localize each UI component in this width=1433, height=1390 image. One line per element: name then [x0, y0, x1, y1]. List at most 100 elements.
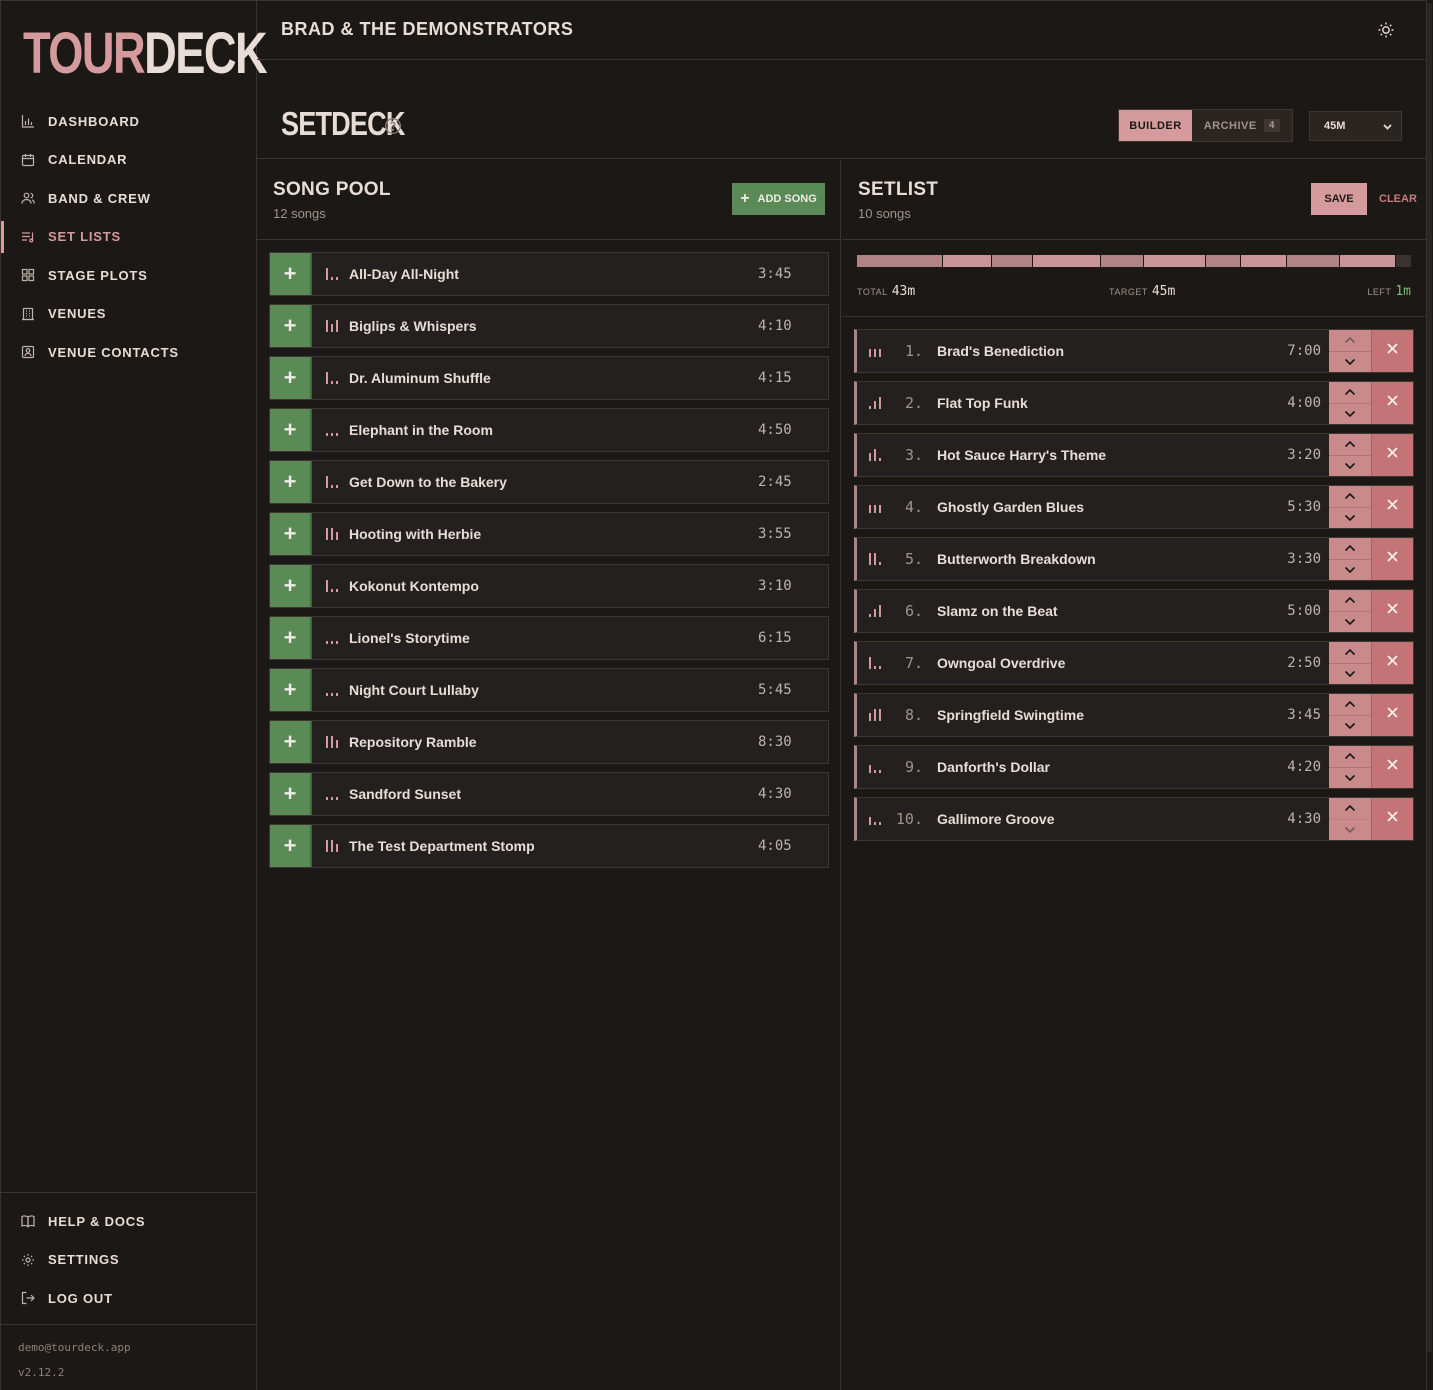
remove-song-button[interactable] [1371, 798, 1413, 840]
save-button[interactable]: SAVE [1311, 183, 1367, 215]
song-pool-row[interactable]: + Elephant in the Room 4:50 [269, 408, 829, 452]
add-to-setlist-button[interactable]: + [270, 721, 312, 763]
move-up-button[interactable] [1329, 590, 1371, 611]
song-pool-row[interactable]: + Hooting with Herbie 3:55 [269, 512, 829, 556]
add-to-setlist-button[interactable]: + [270, 461, 312, 503]
energy-bars-icon [326, 433, 338, 436]
move-up-button[interactable] [1329, 694, 1371, 715]
move-up-button[interactable] [1329, 434, 1371, 455]
move-up-button[interactable] [1329, 330, 1371, 351]
help-circle-icon[interactable] [384, 117, 402, 135]
move-up-button[interactable] [1329, 746, 1371, 767]
song-pool-row[interactable]: + The Test Department Stomp 4:05 [269, 824, 829, 868]
remove-song-button[interactable] [1371, 694, 1413, 736]
plus-icon: + [283, 573, 297, 598]
move-down-button[interactable] [1329, 714, 1371, 737]
nav-item-dashboard[interactable]: DASHBOARD [1, 102, 257, 141]
song-pool-row[interactable]: + Night Court Lullaby 5:45 [269, 668, 829, 712]
nav-item-log-out[interactable]: LOG OUT [1, 1279, 257, 1318]
move-up-button[interactable] [1329, 538, 1371, 559]
move-up-button[interactable] [1329, 798, 1371, 819]
move-up-button[interactable] [1329, 642, 1371, 663]
add-to-setlist-button[interactable]: + [270, 513, 312, 555]
add-to-setlist-button[interactable]: + [270, 305, 312, 347]
song-pool-row[interactable]: + Kokonut Kontempo 3:10 [269, 564, 829, 608]
setlist-row[interactable]: 8. Springfield Swingtime 3:45 [854, 693, 1414, 737]
nav-item-stage-plots[interactable]: STAGE PLOTS [1, 256, 257, 295]
add-to-setlist-button[interactable]: + [270, 357, 312, 399]
remove-song-button[interactable] [1371, 590, 1413, 632]
song-name: Ghostly Garden Blues [937, 499, 1085, 515]
move-down-button[interactable] [1329, 818, 1371, 841]
add-song-button[interactable]: + ADD SONG [732, 183, 825, 215]
move-down-button[interactable] [1329, 350, 1371, 373]
app-version: v2.12.2 [18, 1366, 65, 1379]
sun-icon[interactable] [1377, 21, 1395, 39]
song-name: Flat Top Funk [937, 395, 1028, 411]
band-name[interactable]: BRAD & THE DEMONSTRATORS [281, 19, 573, 40]
tab-builder[interactable]: BUILDER [1119, 110, 1192, 141]
song-pool-row[interactable]: + Repository Ramble 8:30 [269, 720, 829, 764]
song-pool-row[interactable]: + Dr. Aluminum Shuffle 4:15 [269, 356, 829, 400]
move-down-button[interactable] [1329, 610, 1371, 633]
remove-song-button[interactable] [1371, 434, 1413, 476]
song-duration: 5:45 [758, 682, 792, 698]
add-to-setlist-button[interactable]: + [270, 409, 312, 451]
clear-button[interactable]: CLEAR [1379, 193, 1417, 205]
chevron-down-icon [1344, 405, 1356, 423]
add-to-setlist-button[interactable]: + [270, 773, 312, 815]
add-to-setlist-button[interactable]: + [270, 669, 312, 711]
move-up-button[interactable] [1329, 382, 1371, 403]
scrollbar-thumb[interactable] [1427, 3, 1432, 1353]
setlist-row[interactable]: 5. Butterworth Breakdown 3:30 [854, 537, 1414, 581]
remove-song-button[interactable] [1371, 330, 1413, 372]
setlist-row[interactable]: 4. Ghostly Garden Blues 5:30 [854, 485, 1414, 529]
setlist-row[interactable]: 2. Flat Top Funk 4:00 [854, 381, 1414, 425]
setlist-row[interactable]: 10. Gallimore Groove 4:30 [854, 797, 1414, 841]
nav-item-settings[interactable]: SETTINGS [1, 1241, 257, 1280]
song-pool-row[interactable]: + All-Day All-Night 3:45 [269, 252, 829, 296]
chevron-up-icon [1344, 331, 1356, 349]
nav-item-venue-contacts[interactable]: VENUE CONTACTS [1, 333, 257, 372]
plus-icon: + [283, 677, 297, 702]
song-pool-row[interactable]: + Biglips & Whispers 4:10 [269, 304, 829, 348]
move-down-button[interactable] [1329, 766, 1371, 789]
add-to-setlist-button[interactable]: + [270, 565, 312, 607]
setlist-row[interactable]: 1. Brad's Benediction 7:00 [854, 329, 1414, 373]
setlist-row[interactable]: 9. Danforth's Dollar 4:20 [854, 745, 1414, 789]
remove-song-button[interactable] [1371, 382, 1413, 424]
song-name: All-Day All-Night [349, 266, 459, 282]
nav-item-venues[interactable]: VENUES [1, 295, 257, 334]
setlist-row[interactable]: 6. Slamz on the Beat 5:00 [854, 589, 1414, 633]
add-to-setlist-button[interactable]: + [270, 825, 312, 867]
move-down-button[interactable] [1329, 558, 1371, 581]
plus-icon: + [283, 625, 297, 650]
set-length-select[interactable]: 45M [1309, 111, 1402, 141]
song-pool-row[interactable]: + Sandford Sunset 4:30 [269, 772, 829, 816]
move-down-button[interactable] [1329, 402, 1371, 425]
timeline-segment [857, 255, 944, 267]
move-up-button[interactable] [1329, 486, 1371, 507]
nav-item-set-lists[interactable]: SET LISTS [1, 218, 257, 257]
setlist-row[interactable]: 7. Owngoal Overdrive 2:50 [854, 641, 1414, 685]
move-down-button[interactable] [1329, 454, 1371, 477]
nav-item-calendar[interactable]: CALENDAR [1, 141, 257, 180]
remove-song-button[interactable] [1371, 538, 1413, 580]
song-name: Springfield Swingtime [937, 707, 1085, 723]
add-to-setlist-button[interactable]: + [270, 253, 312, 295]
remove-song-button[interactable] [1371, 746, 1413, 788]
setlist-row[interactable]: 3. Hot Sauce Harry's Theme 3:20 [854, 433, 1414, 477]
remove-song-button[interactable] [1371, 486, 1413, 528]
remove-song-button[interactable] [1371, 642, 1413, 684]
song-pool-row[interactable]: + Lionel's Storytime 6:15 [269, 616, 829, 660]
move-down-button[interactable] [1329, 506, 1371, 529]
app-logo[interactable]: TOURDECK [23, 23, 268, 85]
tab-archive[interactable]: ARCHIVE 4 [1192, 110, 1292, 141]
energy-bars-icon [326, 372, 338, 384]
nav-item-help-docs[interactable]: HELP & DOCS [1, 1202, 257, 1241]
plus-icon: + [283, 833, 297, 858]
move-down-button[interactable] [1329, 662, 1371, 685]
add-to-setlist-button[interactable]: + [270, 617, 312, 659]
song-pool-row[interactable]: + Get Down to the Bakery 2:45 [269, 460, 829, 504]
nav-item-band-crew[interactable]: BAND & CREW [1, 179, 257, 218]
